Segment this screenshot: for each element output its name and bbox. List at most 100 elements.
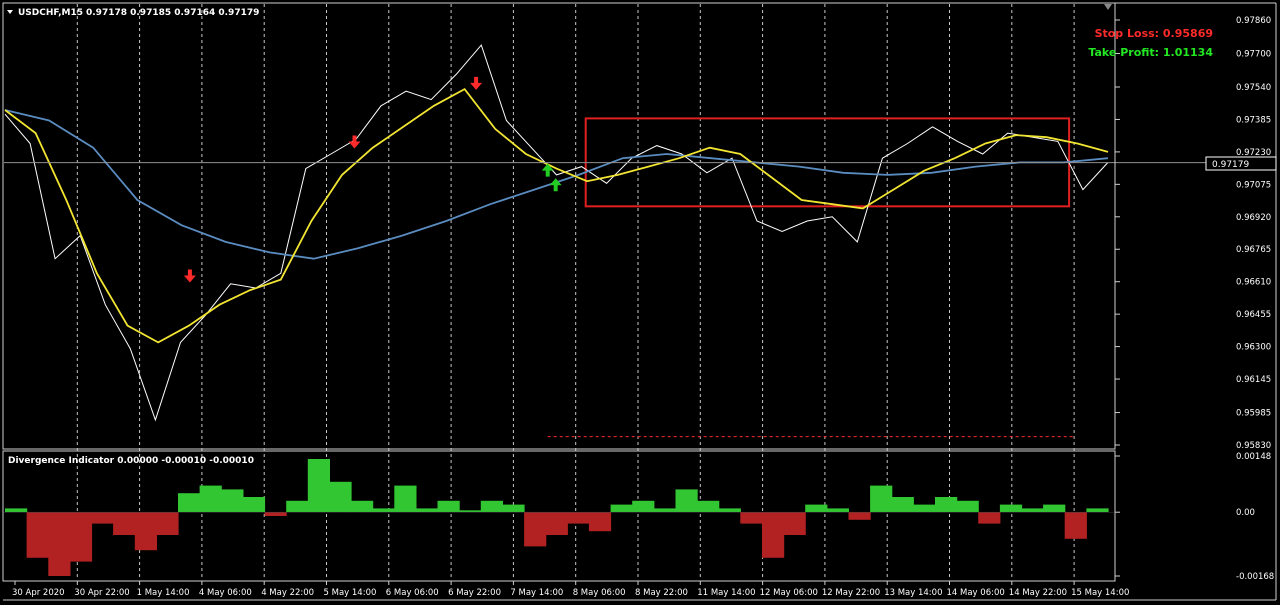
histogram-bar <box>502 504 525 513</box>
histogram-bar <box>999 504 1023 513</box>
histogram-bar <box>632 500 655 513</box>
histogram-bar <box>524 512 547 547</box>
histogram-bar <box>870 485 893 513</box>
x-tick-label: 6 May 06:00 <box>386 588 439 598</box>
signal-arrows <box>183 76 562 283</box>
x-tick-label: 30 Apr 2020 <box>12 588 65 598</box>
y-tick-label: 0.96920 <box>1236 213 1271 223</box>
histogram-bar <box>783 512 806 535</box>
y-tick-label: 0.00 <box>1236 508 1255 518</box>
histogram-bar <box>178 493 201 513</box>
x-tick-label: 4 May 22:00 <box>261 588 314 598</box>
x-tick-label: 6 May 22:00 <box>448 588 501 598</box>
x-tick-label: 8 May 06:00 <box>573 588 626 598</box>
histogram-bar <box>718 508 741 513</box>
histogram-bar <box>610 504 633 513</box>
y-tick-label: 0.97700 <box>1236 49 1271 59</box>
fast-moving-average <box>4 87 1109 344</box>
histogram-bar <box>545 512 568 535</box>
y-tick-label: 0.97385 <box>1236 115 1271 125</box>
histogram-bar <box>978 512 1001 524</box>
y-tick-label: 0.97860 <box>1236 16 1271 26</box>
sell-arrow-icon <box>183 269 196 283</box>
symbol-timeframe: USDCHF,M15 <box>18 8 83 18</box>
histogram-bar <box>1021 508 1044 513</box>
x-tick-label: 14 May 06:00 <box>947 588 1005 598</box>
histogram-bar <box>156 512 179 535</box>
histogram-bar <box>199 485 222 513</box>
y-tick-label: 0.95830 <box>1236 441 1271 451</box>
x-tick-label: 1 May 14:00 <box>137 588 190 598</box>
histogram-bar <box>221 489 244 513</box>
histogram-bar <box>653 508 676 513</box>
x-tick-label: 13 May 14:00 <box>884 588 942 598</box>
y-tick-label: 0.96610 <box>1236 278 1271 288</box>
divergence-indicator-plot[interactable] <box>4 459 1114 576</box>
sell-arrow-icon <box>470 76 483 90</box>
histogram-bar <box>26 512 49 558</box>
histogram-bar <box>762 512 785 558</box>
histogram-bar <box>935 497 958 513</box>
histogram-bar <box>372 508 395 513</box>
x-tick-label: 7 May 14:00 <box>510 588 563 598</box>
histogram-bar <box>264 512 287 516</box>
y-tick-label: 0.95985 <box>1236 409 1271 419</box>
y-tick-label: 0.96300 <box>1236 343 1271 353</box>
histogram-bar <box>415 508 439 513</box>
indicator-header: Divergence Indicator 0.00000 -0.00010 -0… <box>8 456 254 466</box>
main-panel-frame <box>2 2 1116 450</box>
histogram-bar <box>329 481 352 513</box>
histogram-bar <box>242 497 266 513</box>
histogram-bar <box>697 500 720 513</box>
scroll-marker-icon[interactable] <box>1104 4 1112 10</box>
main-price-plot[interactable] <box>4 44 1206 438</box>
y-tick-label: 0.96455 <box>1236 310 1271 320</box>
x-tick-label: 4 May 06:00 <box>199 588 252 598</box>
y-tick-label: 0.97075 <box>1236 180 1271 190</box>
histogram-bar <box>848 512 871 520</box>
x-tick-label: 11 May 14:00 <box>697 588 755 598</box>
histogram-bar <box>567 512 590 524</box>
x-tick-label: 30 Apr 22:00 <box>74 588 129 598</box>
histogram-bar <box>69 512 93 562</box>
x-tick-label: 12 May 22:00 <box>822 588 880 598</box>
caret-down-icon[interactable] <box>7 10 13 14</box>
y-tick-label: 0.96145 <box>1236 375 1271 385</box>
y-tick-label: 0.00148 <box>1236 452 1271 462</box>
histogram-bar <box>913 504 936 513</box>
y-tick-label: 0.97540 <box>1236 83 1271 93</box>
main-price-axis: 0.97860 0.97700 0.97540 0.97385 0.97230 0.970… <box>1115 16 1271 451</box>
histogram-bar <box>480 500 503 513</box>
x-tick-label: 8 May 22:00 <box>635 588 688 598</box>
histogram-bar <box>805 504 828 513</box>
histogram-bar <box>1064 512 1087 539</box>
price-series <box>4 44 1109 422</box>
ohlc-values: 0.97178 0.97185 0.97164 0.97179 <box>86 8 259 18</box>
chart-header: USDCHF,M15 0.97178 0.97185 0.97164 0.971… <box>7 8 259 18</box>
histogram-bar <box>91 512 114 524</box>
x-tick-label: 5 May 14:00 <box>324 588 377 598</box>
histogram-bar <box>956 500 979 513</box>
histogram-bar <box>394 485 417 513</box>
y-tick-label: 0.97230 <box>1236 148 1271 158</box>
histogram-bar <box>826 508 849 513</box>
y-tick-label: -0.00168 <box>1236 572 1274 582</box>
histogram-bar <box>113 512 136 535</box>
time-axis: 30 Apr 2020 30 Apr 22:00 1 May 14:00 4 May … <box>12 581 1129 598</box>
histogram-bar <box>1043 504 1066 513</box>
histogram-bar <box>588 512 612 532</box>
trading-chart[interactable]: 0.97860 0.97700 0.97540 0.97385 0.97230 0.970… <box>0 0 1280 605</box>
sell-arrow-icon <box>348 135 361 149</box>
x-tick-label: 15 May 14:00 <box>1071 588 1129 598</box>
x-tick-label: 12 May 06:00 <box>760 588 818 598</box>
stop-loss-label: Stop Loss: 0.95869 <box>1095 27 1213 40</box>
current-price-text: 0.97179 <box>1212 160 1249 170</box>
histogram-bar <box>740 512 763 524</box>
histogram-bar <box>437 500 460 513</box>
histogram-bar <box>1086 508 1109 513</box>
histogram-bar <box>286 500 309 513</box>
x-tick-label: 14 May 22:00 <box>1009 588 1067 598</box>
histogram-bar <box>307 459 330 513</box>
y-tick-label: 0.96765 <box>1236 245 1271 255</box>
take-profit-label: Take Profit: 1.01134 <box>1088 46 1213 59</box>
